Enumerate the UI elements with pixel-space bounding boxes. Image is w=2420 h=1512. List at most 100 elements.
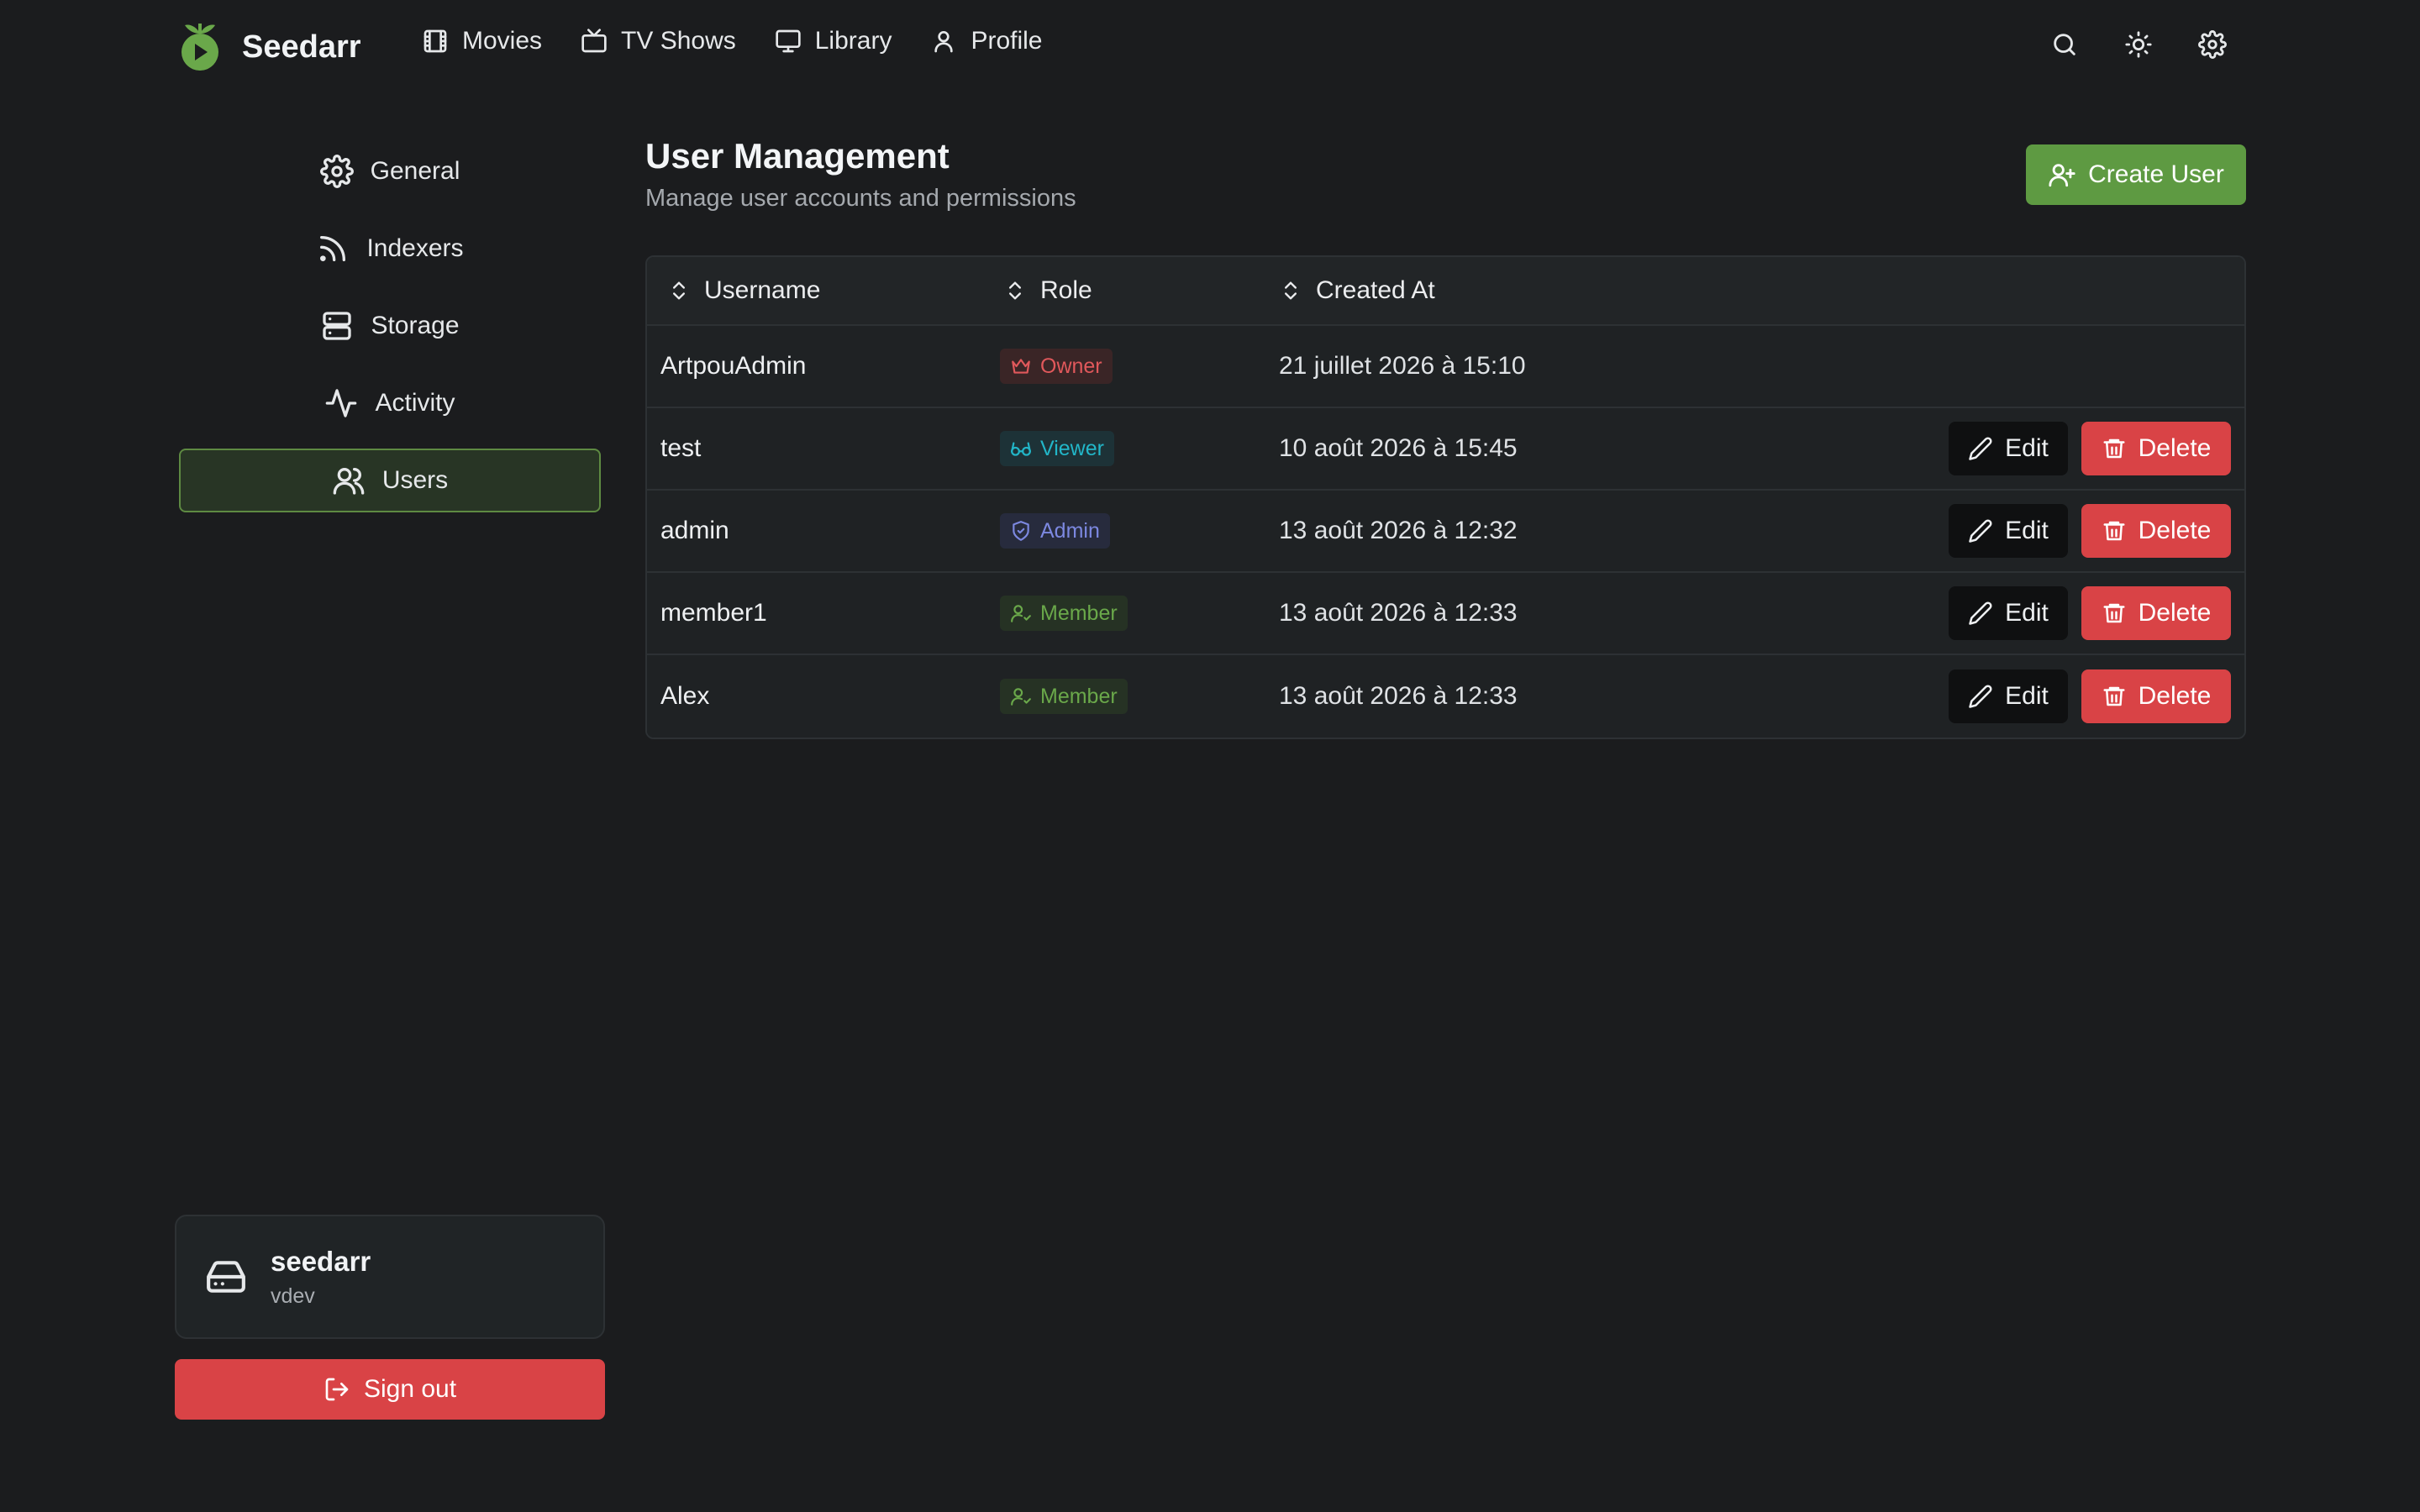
table-row: member1 Member 13 août 2026 à 12:33 Edit… [647,573,2244,655]
glasses-icon [1010,438,1032,459]
created-cell: 13 août 2026 à 12:33 [1279,682,1518,710]
server-name: seedarr [271,1245,371,1277]
sort-icon [1279,279,1302,302]
create-user-label: Create User [2088,160,2224,188]
sidebar-item-general[interactable]: General [179,139,601,203]
column-username[interactable]: Username [647,276,1000,305]
log-out-icon [324,1376,350,1403]
trash-icon [2102,518,2127,543]
sidebar-item-users[interactable]: Users [179,449,601,512]
header-actions [2050,30,2227,59]
server-version: vdev [271,1284,315,1308]
user-plus-icon [2048,160,2076,189]
sun-icon[interactable] [2124,30,2153,59]
delete-button[interactable]: Delete [2081,669,2231,723]
nav-label: Movies [462,27,543,55]
settings-sidebar: General Indexers Storage Activity Users [179,139,601,526]
delete-label: Delete [2138,517,2212,544]
username-cell: member1 [660,599,767,627]
sidebar-item-label: Indexers [366,234,464,262]
delete-label: Delete [2138,599,2212,627]
column-created-at[interactable]: Created At [1279,276,1867,305]
created-cell: 10 août 2026 à 15:45 [1279,434,1518,462]
top-header: Seedarr Movies TV Shows Library Profile [0,0,2420,94]
pencil-icon [1968,436,1993,461]
sidebar-item-label: General [370,157,460,185]
column-role[interactable]: Role [1000,276,1279,305]
table-header: Username Role Created At [647,257,2244,326]
sign-out-label: Sign out [363,1375,457,1403]
trash-icon [2102,684,2127,709]
users-icon [332,464,366,497]
film-icon [422,28,449,55]
hard-drive-icon [205,1256,247,1298]
nav-movies[interactable]: Movies [422,27,542,55]
gear-icon[interactable] [2198,30,2227,59]
user-icon [930,28,957,55]
edit-label: Edit [2005,434,2049,462]
role-label: Owner [1040,354,1102,378]
delete-label: Delete [2138,682,2212,710]
edit-button[interactable]: Edit [1949,586,2068,640]
user-check-icon [1010,602,1032,624]
username-cell: ArtpouAdmin [660,352,807,380]
created-cell: 13 août 2026 à 12:33 [1279,599,1518,627]
nav-library[interactable]: Library [775,27,892,55]
delete-button[interactable]: Delete [2081,504,2231,558]
pencil-icon [1968,684,1993,709]
sign-out-button[interactable]: Sign out [175,1359,605,1420]
role-badge: Admin [1000,513,1110,549]
table-row: test Viewer 10 août 2026 à 15:45 Edit De… [647,408,2244,491]
nav-tv-shows[interactable]: TV Shows [581,27,736,55]
activity-icon [324,386,358,420]
page-title: User Management [645,136,950,176]
brand[interactable]: Seedarr [178,20,361,74]
sidebar-item-activity[interactable]: Activity [179,371,601,435]
edit-label: Edit [2005,517,2049,544]
server-info-card: seedarr vdev [175,1215,605,1339]
table-row: ArtpouAdmin Owner 21 juillet 2026 à 15:1… [647,326,2244,408]
sidebar-item-storage[interactable]: Storage [179,294,601,358]
created-cell: 13 août 2026 à 12:32 [1279,517,1518,544]
nav-label: Library [814,27,892,55]
column-label: Created At [1316,276,1435,304]
tv-icon [581,28,608,55]
edit-button[interactable]: Edit [1949,669,2068,723]
created-cell: 21 juillet 2026 à 15:10 [1279,352,1526,380]
pencil-icon [1968,601,1993,626]
shield-check-icon [1010,520,1032,542]
role-badge: Owner [1000,349,1113,384]
page-subtitle: Manage user accounts and permissions [645,185,1076,212]
edit-button[interactable]: Edit [1949,504,2068,558]
app-name: Seedarr [242,29,361,65]
create-user-button[interactable]: Create User [2026,144,2246,205]
sidebar-item-label: Storage [371,312,460,339]
edit-label: Edit [2005,682,2049,710]
user-check-icon [1010,685,1032,707]
delete-button[interactable]: Delete [2081,422,2231,475]
delete-button[interactable]: Delete [2081,586,2231,640]
column-label: Username [704,276,821,304]
edit-button[interactable]: Edit [1949,422,2068,475]
delete-label: Delete [2138,434,2212,462]
trash-icon [2102,601,2127,626]
search-icon[interactable] [2050,30,2079,59]
table-row: admin Admin 13 août 2026 à 12:32 Edit De… [647,491,2244,573]
sidebar-item-label: Users [381,466,449,494]
trash-icon [2102,436,2127,461]
username-cell: test [660,434,702,462]
role-badge: Member [1000,679,1128,714]
role-badge: Member [1000,596,1128,631]
role-label: Viewer [1040,436,1104,460]
edit-label: Edit [2005,599,2049,627]
column-label: Role [1040,276,1092,304]
gear-icon [319,155,354,188]
users-table: Username Role Created At ArtpouAdmin Own… [645,255,2246,739]
role-label: Member [1040,601,1118,625]
sort-icon [667,279,691,302]
sidebar-item-label: Activity [375,389,455,417]
crown-icon [1010,355,1032,377]
role-badge: Viewer [1000,431,1114,466]
sidebar-item-indexers[interactable]: Indexers [179,217,601,281]
nav-profile[interactable]: Profile [930,27,1043,55]
